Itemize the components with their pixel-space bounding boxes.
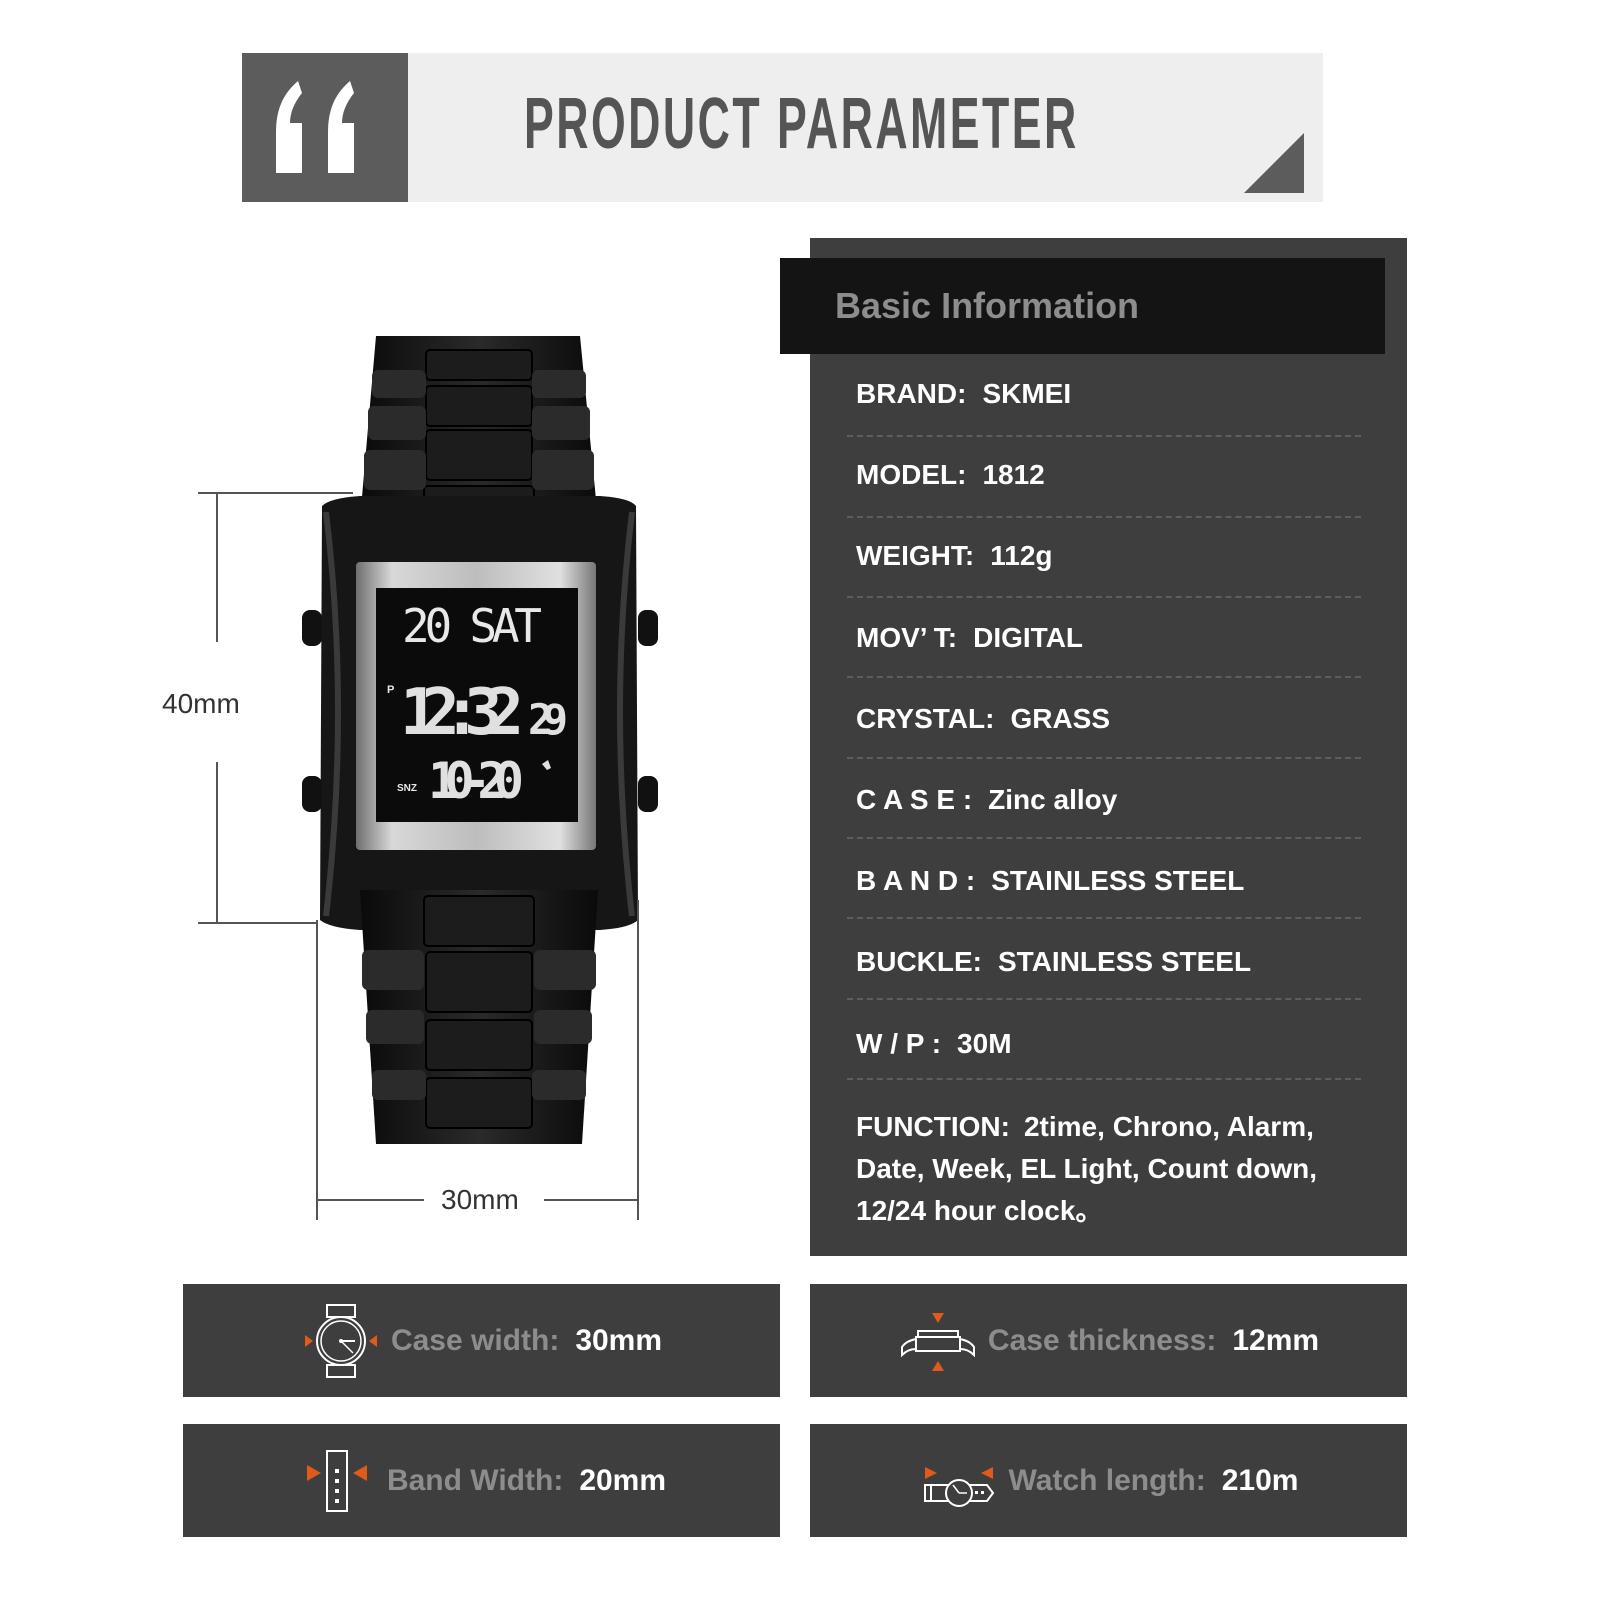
row-divider (847, 917, 1361, 919)
spec-value: 30mm (575, 1323, 663, 1357)
info-value: 1812 (982, 459, 1045, 490)
info-key: MOV’ T: (856, 622, 958, 653)
display-date-line: 20 SAT (402, 599, 544, 653)
display-seconds: 29 (528, 695, 568, 744)
info-row-model: MODEL: 1812 (856, 461, 1045, 489)
info-key: B A N D : (856, 865, 976, 896)
watch-image: 20 SAT P 12:32 29 SNZ 10-20 (302, 336, 658, 1144)
case-width-icon (304, 1303, 377, 1378)
display-pm-indicator: P (387, 684, 394, 696)
spec-value: 210m (1221, 1463, 1299, 1497)
dim-top-line (198, 492, 353, 494)
spec-card-watch-length: Watch length: 210m (810, 1424, 1407, 1537)
display-snooze-label: SNZ (397, 783, 417, 794)
height-dimension-label: 40mm (162, 688, 240, 719)
info-row-movement: MOV’ T: DIGITAL (856, 624, 1083, 652)
info-key: FUNCTION: (856, 1111, 1010, 1142)
info-key: BRAND: (856, 378, 967, 409)
info-key: WEIGHT: (856, 540, 975, 571)
row-divider (847, 837, 1361, 839)
info-row-case: C A S E : Zinc alloy (856, 786, 1117, 814)
info-row-function: FUNCTION: 2time, Chrono, Alarm, Date, Wee… (856, 1106, 1356, 1232)
quote-mark-icon (276, 81, 354, 173)
spec-label: Watch length: (1008, 1463, 1206, 1497)
spec-card-band-width: Band Width: 20mm (183, 1424, 780, 1537)
band-width-icon (306, 1449, 367, 1512)
dim-horizontal-left (318, 1199, 424, 1201)
dim-left-line (316, 920, 318, 1220)
row-divider (847, 596, 1361, 598)
watch-length-icon (923, 1466, 994, 1507)
spec-card-case-width: Case width: 30mm (183, 1284, 780, 1397)
basic-info-title: Basic Information (835, 285, 1140, 326)
info-value: Zinc alloy (988, 784, 1118, 815)
spec-label: Case thickness: (987, 1323, 1217, 1357)
display-time: 12:32 (400, 676, 524, 750)
row-divider (847, 435, 1361, 437)
info-value: GRASS (1010, 703, 1111, 734)
corner-triangle-decoration (1244, 133, 1304, 193)
info-value: STAINLESS STEEL (991, 865, 1245, 896)
info-row-buckle: BUCKLE: STAINLESS STEEL (856, 948, 1251, 976)
spec-card-case-thickness: Case thickness: 12mm (810, 1284, 1407, 1397)
info-row-crystal: CRYSTAL: GRASS (856, 705, 1110, 733)
row-divider (847, 1078, 1361, 1080)
row-divider (847, 757, 1361, 759)
spec-value: 12mm (1232, 1323, 1320, 1357)
spec-label: Band Width: (386, 1463, 564, 1497)
info-value: 30M (957, 1028, 1012, 1059)
case-thickness-icon (900, 1312, 975, 1371)
dim-horizontal-right (544, 1199, 638, 1201)
row-divider (847, 516, 1361, 518)
width-dimension-label: 30mm (441, 1184, 519, 1215)
info-row-water-resistance: W / P : 30M (856, 1030, 1012, 1058)
spec-label: Case width: (390, 1323, 560, 1357)
info-row-weight: WEIGHT: 112g (856, 542, 1053, 570)
dim-vertical-upper (216, 492, 218, 642)
dim-right-line (637, 900, 639, 1220)
info-key: BUCKLE: (856, 946, 982, 977)
spec-value: 20mm (579, 1463, 667, 1497)
info-value: DIGITAL (973, 622, 1084, 653)
info-key: CRYSTAL: (856, 703, 995, 734)
info-key: C A S E : (856, 784, 973, 815)
row-divider (847, 676, 1361, 678)
display-alarm-time: 10-20 (428, 752, 524, 810)
info-row-brand: BRAND: SKMEI (856, 380, 1071, 408)
info-value: SKMEI (982, 378, 1072, 409)
page-title: PRODUCT PARAMETER (524, 84, 1079, 164)
row-divider (847, 998, 1361, 1000)
info-value: 112g (990, 540, 1053, 571)
info-key: MODEL: (856, 459, 967, 490)
info-key: W / P : (856, 1028, 942, 1059)
info-value: STAINLESS STEEL (998, 946, 1252, 977)
dim-vertical-lower (216, 762, 218, 924)
info-row-band: B A N D : STAINLESS STEEL (856, 867, 1244, 895)
